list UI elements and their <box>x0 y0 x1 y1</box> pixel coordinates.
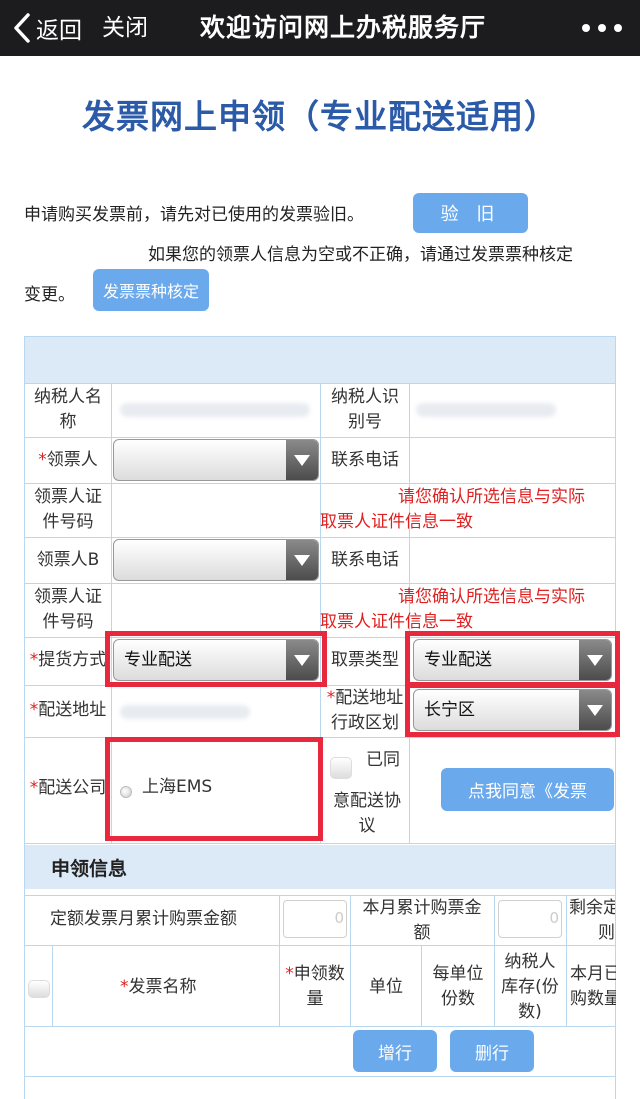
page-title: 发票网上申领（专业配送适用） <box>82 97 558 136</box>
collector-warning-line1: 请您确认所选信息与实际 <box>398 487 585 507</box>
more-menu-icon[interactable] <box>582 14 622 42</box>
taxpayer-id-value-blurred <box>416 403 556 417</box>
chevron-left-icon <box>14 13 30 43</box>
row-divider <box>25 1076 615 1077</box>
col-per-unit: 每单位 份数 <box>432 964 484 1009</box>
col-divider <box>279 895 280 1026</box>
collector-b-warning-line1: 请您确认所选信息与实际 <box>398 587 585 607</box>
quota-amount-label: 定额发票月累计购票金额 <box>50 909 237 929</box>
agree-checkbox[interactable] <box>330 757 352 779</box>
row-divider <box>25 895 615 896</box>
row-divider <box>25 1026 615 1027</box>
collector-b-id-label: 领票人证 件号码 <box>34 587 102 632</box>
taxpayer-name-label: 纳税人名称 <box>34 387 102 432</box>
col-divider <box>421 945 422 1026</box>
agree-label-line3: 议 <box>358 816 376 836</box>
delivery-company-label: *配送公司 <box>29 778 107 798</box>
row-divider <box>25 843 615 844</box>
collector-select[interactable] <box>113 439 319 481</box>
highlight-box <box>405 631 620 687</box>
collector-id-label: 领票人证 件号码 <box>34 487 102 532</box>
verify-notice: 申请购买发票前，请先对已使用的发票验旧。 <box>24 205 364 225</box>
verify-old-invoice-button[interactable]: 验 旧 <box>413 193 528 233</box>
delete-row-button[interactable]: 删行 <box>450 1030 534 1072</box>
collector-warning-line2: 取票人证件信息一致 <box>320 512 473 532</box>
col-stock: 纳税人 库存(份 数) <box>501 952 559 1022</box>
add-row-button[interactable]: 增行 <box>353 1030 437 1072</box>
highlight-box <box>405 683 620 737</box>
agree-label-line1: 已同 <box>366 750 400 770</box>
month-total-label: 本月累计购票金额 <box>362 898 482 943</box>
agree-delivery-button[interactable]: 点我同意《发票 <box>441 768 614 811</box>
col-apply-qty: *申领数 量 <box>285 964 345 1009</box>
taxpayer-id-label: 纳税人识 别号 <box>331 387 399 432</box>
month-total-field: 0 <box>498 900 562 938</box>
close-button[interactable]: 关闭 <box>102 8 148 48</box>
agree-label-line2: 意配送协 <box>333 791 401 811</box>
back-label: 返回 <box>36 18 82 44</box>
ticket-type-label: 取票类型 <box>331 650 399 670</box>
dropdown-arrow-icon <box>286 440 318 480</box>
invoice-type-approval-button[interactable]: 发票票种核定 <box>93 269 209 311</box>
row-divider <box>25 945 615 946</box>
highlight-box <box>105 737 323 841</box>
highlight-box <box>105 631 327 687</box>
form-header-bar <box>25 337 615 383</box>
select-all-checkbox[interactable] <box>28 980 50 998</box>
core-notice-line2: 变更。 <box>24 285 75 305</box>
back-button[interactable]: 返回 <box>12 8 82 48</box>
col-month-bought: 本月已 购数量 <box>570 964 616 1009</box>
apply-info-title: 申领信息 <box>51 858 128 880</box>
delivery-address-label: *配送地址 <box>29 700 107 720</box>
remaining-label: 剩余定则 <box>569 898 615 943</box>
collector-b-label: 领票人B <box>36 550 100 570</box>
col-invoice-name: *发票名称 <box>120 977 197 997</box>
taxpayer-name-value-blurred <box>120 403 310 417</box>
collector-b-select[interactable] <box>113 539 319 581</box>
col-divider <box>566 895 567 1026</box>
collector-label: *领票人 <box>38 450 98 470</box>
delivery-region-label: *配送地址 行政区划 <box>326 688 404 733</box>
dropdown-arrow-icon <box>286 540 318 580</box>
window-title: 欢迎访问网上办税服务厅 <box>200 13 487 42</box>
pickup-method-label: *提货方式 <box>29 650 107 670</box>
quota-amount-field: 0 <box>283 900 347 938</box>
phone-label: 联系电话 <box>331 450 399 470</box>
phone-label-b: 联系电话 <box>331 550 399 570</box>
top-navigation-bar: 返回 关闭 欢迎访问网上办税服务厅 <box>0 0 640 56</box>
col-divider <box>350 895 351 1026</box>
col-divider <box>52 945 53 1026</box>
core-notice-line1: 如果您的领票人信息为空或不正确，请通过发票票种核定 <box>148 245 573 265</box>
apply-info-section-header: 申领信息 <box>25 845 615 889</box>
col-unit: 单位 <box>369 977 403 997</box>
delivery-address-value-blurred <box>120 705 250 719</box>
